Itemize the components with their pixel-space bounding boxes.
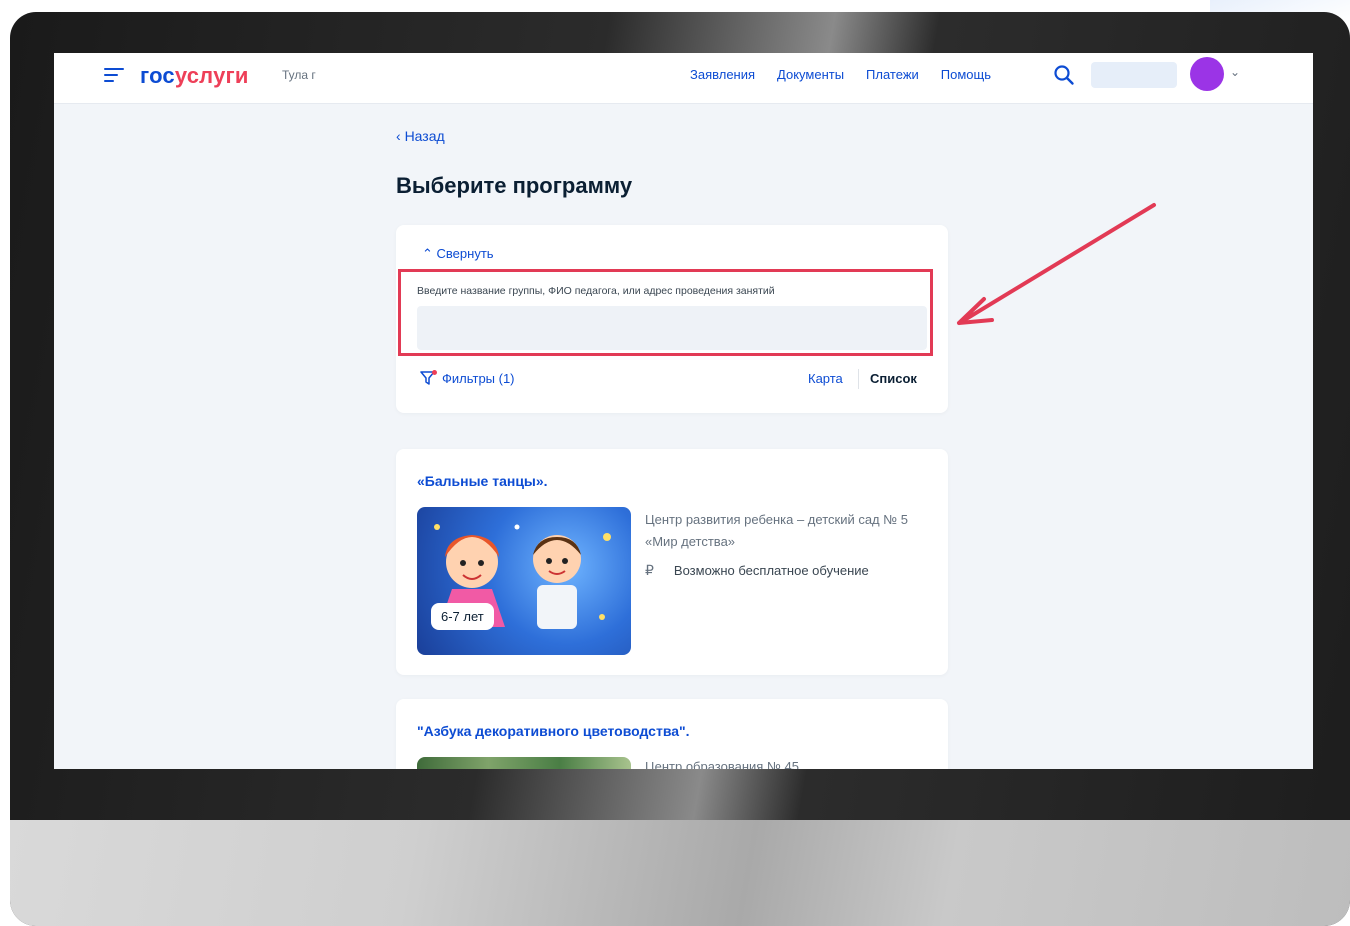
monitor-chin xyxy=(10,820,1350,926)
monitor-frame: госуслуги Тула г Заявления Документы Пла… xyxy=(10,12,1350,926)
browser-screen: госуслуги Тула г Заявления Документы Пла… xyxy=(54,53,1313,769)
annotation-arrow-icon xyxy=(957,203,1156,325)
stage: госуслуги Тула г Заявления Документы Пла… xyxy=(0,0,1350,926)
